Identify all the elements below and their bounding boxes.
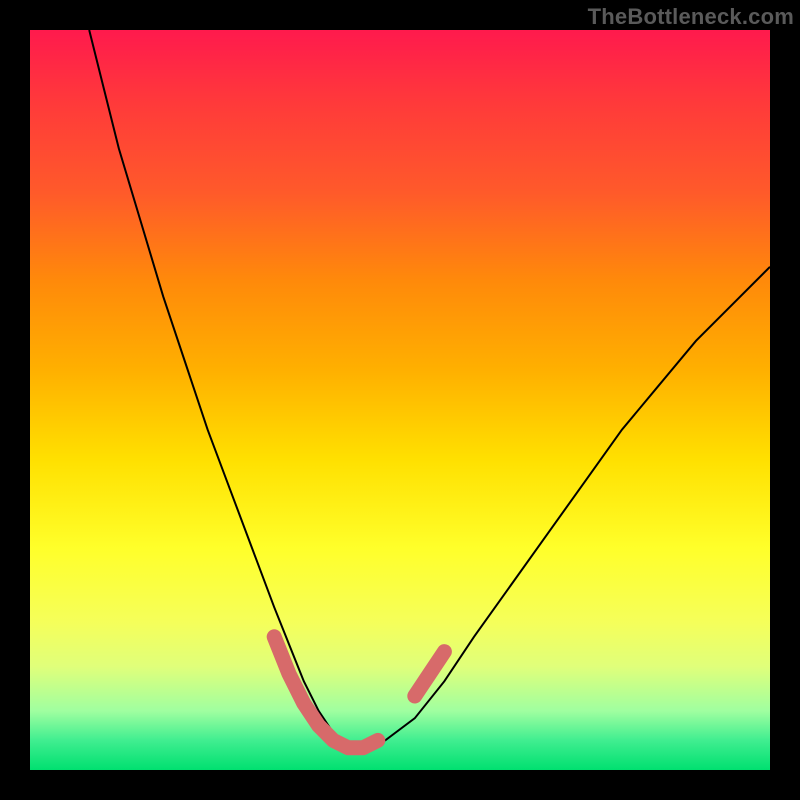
watermark: TheBottleneck.com (588, 4, 794, 30)
bottleneck-curve (89, 30, 770, 748)
chart-svg (30, 30, 770, 770)
optimal-marker-right (415, 652, 445, 696)
plot-area (30, 30, 770, 770)
optimal-marker-left (274, 637, 378, 748)
